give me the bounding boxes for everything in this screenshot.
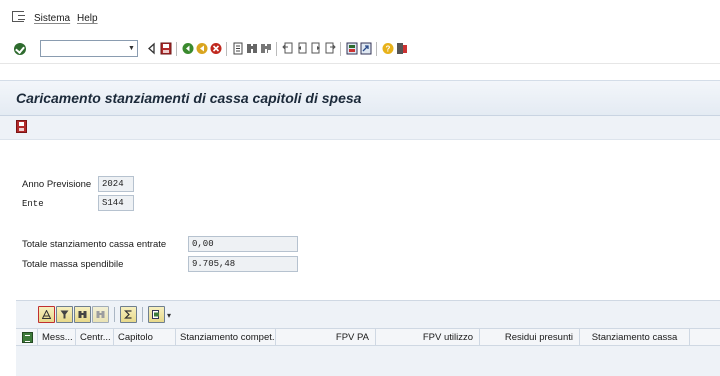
- cancel-icon[interactable]: [210, 42, 222, 55]
- find-icon[interactable]: [246, 42, 258, 55]
- new-session-icon[interactable]: [346, 42, 358, 55]
- toolbar-separator: [226, 42, 227, 56]
- next-page-icon[interactable]: [310, 42, 322, 55]
- column-header-residui-presunti[interactable]: Residui presunti: [480, 329, 580, 346]
- exit-icon[interactable]: [196, 42, 208, 55]
- sort-ascending-icon[interactable]: [38, 306, 55, 323]
- ente-row: Ente S144: [0, 195, 720, 213]
- find-next-icon[interactable]: [92, 306, 109, 323]
- back-icon[interactable]: [146, 42, 158, 55]
- column-header-stanziamento-cassa[interactable]: Stanziamento cassa: [580, 329, 690, 346]
- totale-cassa-entrate-label: Totale stanziamento cassa entrate: [22, 239, 167, 250]
- help-icon[interactable]: ?: [382, 42, 394, 55]
- alv-grid: ▾ Mess... Centr... Capitolo Stanziamento…: [16, 300, 720, 376]
- column-header-mess[interactable]: Mess...: [38, 329, 76, 346]
- alv-separator: [142, 307, 143, 322]
- anno-previsione-label: Anno Previsione: [22, 179, 92, 190]
- toolbar-separator: [276, 42, 277, 56]
- totale-cassa-entrate-field[interactable]: 0,00: [188, 236, 298, 252]
- ente-label: Ente: [22, 199, 44, 209]
- menu-bar: Sistema Help: [0, 0, 720, 34]
- command-field[interactable]: [40, 40, 138, 57]
- column-header-capitolo[interactable]: Capitolo: [114, 329, 176, 346]
- page-title: Caricamento stanziamenti di cassa capito…: [16, 90, 362, 106]
- alv-toolbar: ▾: [16, 301, 720, 329]
- column-header-fpv-pa[interactable]: FPV PA: [276, 329, 376, 346]
- totale-cassa-entrate-row: Totale stanziamento cassa entrate 0,00: [0, 236, 720, 254]
- export-dropdown-icon[interactable]: ▾: [167, 311, 171, 320]
- save-icon[interactable]: [160, 42, 172, 55]
- previous-page-icon[interactable]: [296, 42, 308, 55]
- menu-help[interactable]: Help: [77, 13, 98, 24]
- print-icon[interactable]: [232, 42, 244, 55]
- first-page-icon[interactable]: [282, 42, 294, 55]
- alv-header: Mess... Centr... Capitolo Stanziamento c…: [16, 328, 720, 346]
- standard-toolbar: ▼ ?: [0, 34, 720, 64]
- alv-body: [16, 346, 720, 376]
- toolbar-separator: [376, 42, 377, 56]
- sum-icon[interactable]: [120, 306, 137, 323]
- column-header-centr[interactable]: Centr...: [76, 329, 114, 346]
- back-green-icon[interactable]: [182, 42, 194, 55]
- save-icon[interactable]: [16, 120, 27, 133]
- totale-massa-spendibile-field[interactable]: 9.705,48: [188, 256, 298, 272]
- title-bar: Caricamento stanziamenti di cassa capito…: [0, 80, 720, 116]
- find-next-icon[interactable]: [260, 42, 272, 55]
- column-header-stanziamento-compet[interactable]: Stanziamento compet...: [176, 329, 276, 346]
- svg-text:?: ?: [386, 45, 391, 54]
- anno-previsione-row: Anno Previsione 2024: [0, 176, 720, 194]
- column-header-fpv-utilizzo[interactable]: FPV utilizzo: [376, 329, 480, 346]
- ente-field[interactable]: S144: [98, 195, 134, 211]
- layout-icon[interactable]: [22, 332, 33, 343]
- application-toolbar: [0, 116, 720, 140]
- export-icon[interactable]: [148, 306, 165, 323]
- totale-massa-spendibile-row: Totale massa spendibile 9.705,48: [0, 256, 720, 274]
- command-dropdown-icon[interactable]: ▼: [125, 40, 138, 57]
- menu-sistema[interactable]: Sistema: [34, 13, 70, 24]
- customize-layout-icon[interactable]: [396, 42, 408, 55]
- alv-separator: [114, 307, 115, 322]
- last-page-icon[interactable]: [324, 42, 336, 55]
- totale-massa-spendibile-label: Totale massa spendibile: [22, 259, 124, 270]
- find-icon[interactable]: [74, 306, 91, 323]
- enter-icon[interactable]: [14, 43, 26, 55]
- system-menu-icon[interactable]: [12, 11, 25, 22]
- filter-icon[interactable]: [56, 306, 73, 323]
- main-area: Anno Previsione 2024 Ente S144 Totale st…: [0, 140, 720, 376]
- layout-column[interactable]: [16, 329, 38, 346]
- toolbar-separator: [340, 42, 341, 56]
- toolbar-separator: [176, 42, 177, 56]
- shortcut-icon[interactable]: [360, 42, 372, 55]
- anno-previsione-field[interactable]: 2024: [98, 176, 134, 192]
